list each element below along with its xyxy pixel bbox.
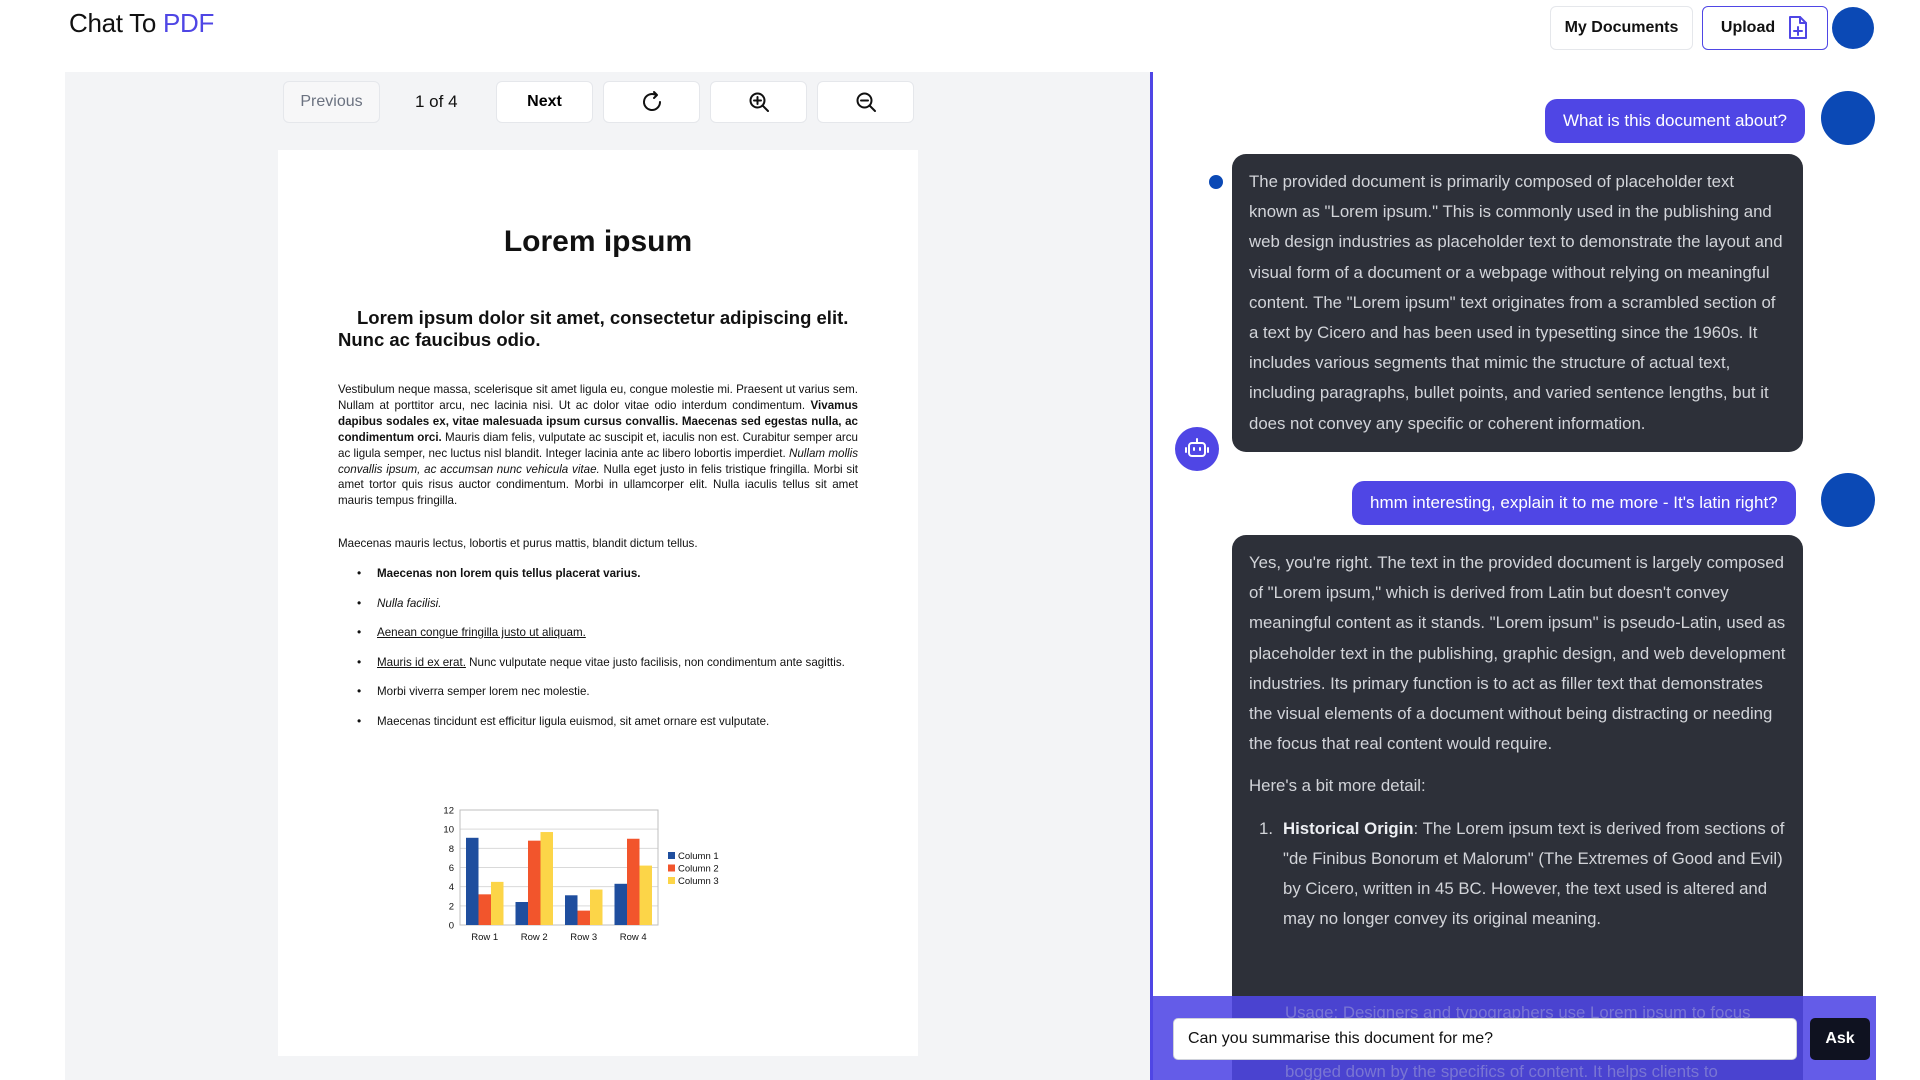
list-item: Aenean congue fringilla justo ut aliquam… [338, 625, 858, 640]
app-logo[interactable]: Chat To PDF [69, 8, 214, 39]
zoom-out-button[interactable] [817, 81, 914, 123]
chart-y-tick-label: 10 [443, 825, 454, 836]
zoom-in-button[interactable] [710, 81, 807, 123]
chart-y-tick-label: 2 [449, 901, 454, 912]
chart-y-tick-label: 4 [449, 882, 454, 893]
chart-x-tick-label: Row 3 [570, 932, 597, 943]
list-item: Nulla facilisi. [338, 596, 858, 611]
page-indicator: 1 of 4 [415, 92, 458, 111]
bot-message-text: The provided document is primarily compo… [1249, 172, 1783, 433]
chart-bar [627, 838, 640, 925]
chart-x-tick-label: Row 2 [521, 932, 548, 943]
document-paragraph: Vestibulum neque massa, scelerisque sit … [338, 382, 858, 509]
logo-accent: PDF [162, 8, 215, 38]
next-page-button[interactable]: Next [496, 81, 593, 123]
chart-y-tick-label: 8 [449, 844, 454, 855]
chart-bar [466, 837, 479, 925]
zoom-out-icon [856, 92, 876, 112]
chart-y-tick-label: 12 [443, 806, 454, 817]
bar-chart: 0 2 4 6 8 10 12 Row 1 Row 2 Row 3 Row 4 Column 1 Col… [443, 806, 719, 944]
rotate-button[interactable] [603, 81, 700, 123]
zoom-in-icon [749, 92, 769, 112]
list-item: Maecenas non lorem quis tellus placerat … [338, 566, 858, 581]
document-subtitle: Lorem ipsum dolor sit amet, consectetur … [338, 307, 849, 350]
chat-input[interactable] [1173, 1018, 1797, 1060]
ask-button[interactable]: Ask [1810, 1018, 1870, 1060]
bot-message-overflow-text: bogged down by the specifics of content.… [1285, 1062, 1718, 1080]
chart-bar [540, 832, 553, 925]
chat-input-bar: Usage: Designers and typographers use Lo… [1153, 996, 1876, 1080]
upload-button[interactable]: Upload [1702, 6, 1828, 50]
user-avatar[interactable] [1832, 7, 1874, 49]
document-paragraph-2: Maecenas mauris lectus, lobortis et puru… [338, 537, 698, 550]
chart-bar [590, 889, 603, 925]
list-item: Mauris id ex erat. Nunc vulputate neque … [338, 655, 858, 670]
list-item: Morbi viverra semper lorem nec molestie. [338, 684, 858, 699]
bot-message-list: 1. Historical Origin: The Lorem ipsum te… [1249, 814, 1786, 935]
chart-bar [478, 894, 491, 925]
bot-status-dot [1207, 173, 1225, 191]
bot-message: The provided document is primarily compo… [1232, 154, 1803, 452]
chart-x-tick-label: Row 1 [471, 932, 498, 943]
previous-page-button[interactable]: Previous [283, 81, 380, 123]
chart-bar [491, 881, 504, 925]
logo-text: Chat To [69, 8, 157, 38]
chart-legend-label: Column 2 [678, 864, 719, 875]
app-header: Chat To PDF My Documents Upload [0, 0, 1920, 72]
bot-message-text: Yes, you're right. The text in the provi… [1249, 553, 1786, 754]
user-message: hmm interesting, explain it to me more -… [1352, 481, 1796, 525]
refresh-icon [642, 91, 661, 111]
chart-legend-label: Column 3 [678, 876, 719, 887]
chart-bar [577, 910, 590, 925]
user-message: What is this document about? [1545, 99, 1805, 143]
bot-message-text: Here's a bit more detail: [1249, 776, 1426, 796]
list-item: Maecenas tincidunt est efficitur ligula … [338, 714, 858, 729]
chart-bar [565, 895, 578, 925]
user-avatar [1821, 473, 1875, 527]
chat-panel: What is this document about? The provide… [1153, 72, 1876, 1080]
bot-avatar [1175, 427, 1219, 471]
robot-icon [1185, 438, 1209, 457]
document-title: Lorem ipsum [503, 225, 693, 258]
pdf-viewer: Previous 1 of 4 Next Lorem ipsum Lorem i… [65, 72, 1150, 1080]
chart-bar [614, 883, 627, 925]
my-documents-button[interactable]: My Documents [1550, 6, 1693, 50]
pdf-page: Lorem ipsum Lorem ipsum dolor sit amet, … [278, 150, 918, 1056]
user-avatar [1821, 91, 1875, 145]
document-chart: 0 2 4 6 8 10 12 Row 1 Row 2 Row 3 Row 4 Column 1 Col… [428, 802, 768, 982]
chart-x-tick-label: Row 4 [620, 932, 647, 943]
chart-y-tick-label: 0 [449, 921, 454, 932]
file-plus-icon [1789, 16, 1808, 39]
upload-label: Upload [1720, 19, 1776, 36]
chart-y-tick-label: 6 [449, 863, 454, 874]
list-item-title: Historical Origin [1283, 818, 1414, 838]
chart-legend-swatch [668, 877, 675, 884]
chart-bar [515, 902, 528, 925]
chart-legend-label: Column 1 [678, 851, 719, 862]
list-item: 1. Historical Origin: The Lorem ipsum te… [1249, 814, 1786, 935]
list-number: 1. [1259, 818, 1273, 838]
para-text: Vestibulum neque massa, scelerisque sit … [338, 383, 858, 412]
chart-bar [639, 865, 652, 925]
chart-legend-swatch [668, 852, 675, 859]
document-bullet-list: Maecenas non lorem quis tellus placerat … [338, 566, 858, 743]
chart-legend-swatch [668, 864, 675, 872]
chart-bar [528, 840, 541, 925]
